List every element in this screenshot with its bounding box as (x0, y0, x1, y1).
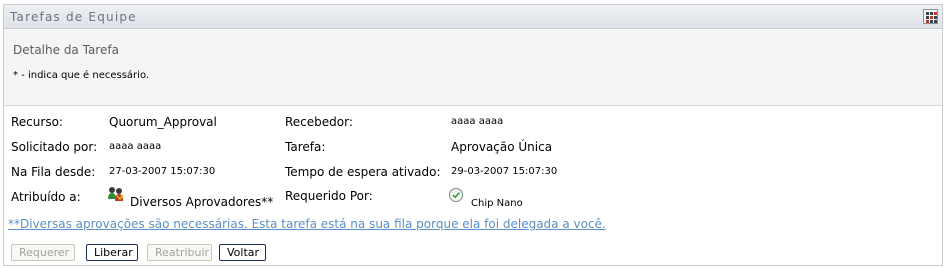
tarefa-value: Aprovação Única (451, 140, 553, 154)
recebedor-label: Recebedor: (285, 115, 353, 129)
section-title: Detalhe da Tarefa (13, 43, 119, 57)
recebedor-value: aaaa aaaa (451, 116, 504, 127)
portlet-titlebar: Tarefas de Equipe (4, 5, 942, 29)
requerido-value: Chip Nano (471, 198, 523, 209)
portlet-menu-icon[interactable] (923, 9, 938, 24)
tempo-label: Tempo de espera ativado: (285, 165, 441, 179)
group-icon (107, 186, 125, 202)
atribuido-label: Atribuído a: (11, 190, 81, 204)
check-circle-icon (449, 188, 463, 202)
solicitado-value: aaaa aaaa (109, 141, 162, 152)
recurso-value: Quorum_Approval (109, 115, 217, 129)
task-detail-header: Detalhe da Tarefa * - indica que é neces… (4, 30, 942, 106)
multiple-approvals-note-link[interactable]: **Diversas aprovações são necessárias. E… (8, 217, 606, 231)
requerer-button[interactable]: Requerer (11, 244, 75, 261)
requerido-label: Requerido Por: (285, 189, 373, 203)
voltar-button[interactable]: Voltar (219, 244, 266, 261)
tempo-value: 29-03-2007 15:07:30 (451, 166, 558, 177)
atribuido-value: Diversos Aprovadores** (130, 195, 274, 209)
fila-label: Na Fila desde: (11, 165, 96, 179)
portlet-title: Tarefas de Equipe (10, 10, 137, 24)
required-note: * - indica que é necessário. (13, 70, 150, 81)
tarefa-label: Tarefa: (285, 140, 326, 154)
liberar-button[interactable]: Liberar (86, 244, 138, 261)
solicitado-label: Solicitado por: (11, 140, 98, 154)
reatribuir-button[interactable]: Reatribuir (147, 244, 212, 261)
recurso-label: Recurso: (11, 115, 63, 129)
fila-value: 27-03-2007 15:07:30 (109, 166, 216, 177)
